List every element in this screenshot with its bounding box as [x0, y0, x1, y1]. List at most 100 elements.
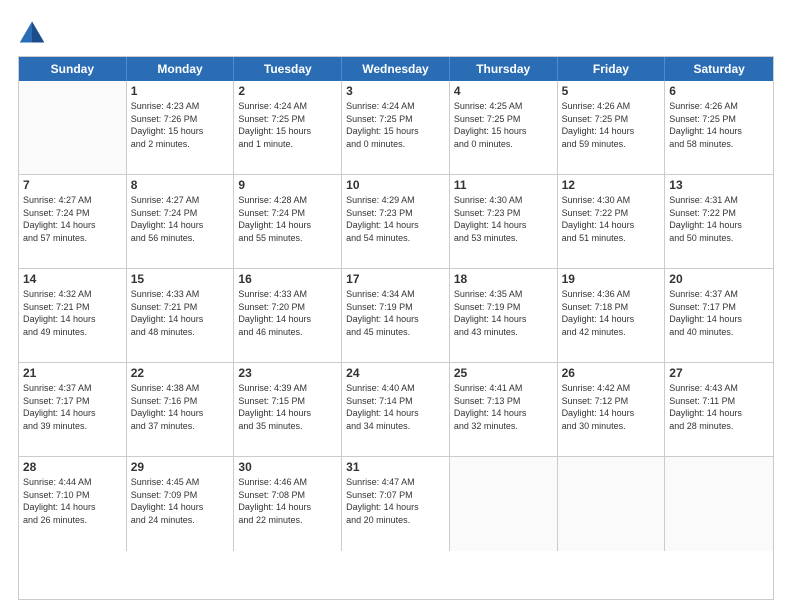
day-number: 23	[238, 366, 337, 380]
calendar-cell: 17Sunrise: 4:34 AMSunset: 7:19 PMDayligh…	[342, 269, 450, 363]
cell-info-line: Daylight: 14 hours	[131, 313, 230, 326]
cell-info-line: Sunset: 7:11 PM	[669, 395, 769, 408]
cell-info-line: Sunrise: 4:27 AM	[23, 194, 122, 207]
cell-info-line: Sunrise: 4:24 AM	[238, 100, 337, 113]
calendar-cell: 15Sunrise: 4:33 AMSunset: 7:21 PMDayligh…	[127, 269, 235, 363]
cell-info-line: Sunset: 7:07 PM	[346, 489, 445, 502]
cell-info-line: Sunset: 7:23 PM	[346, 207, 445, 220]
calendar-cell: 28Sunrise: 4:44 AMSunset: 7:10 PMDayligh…	[19, 457, 127, 551]
day-number: 3	[346, 84, 445, 98]
cell-info-line: Sunset: 7:16 PM	[131, 395, 230, 408]
cell-info-line: Sunrise: 4:38 AM	[131, 382, 230, 395]
cell-info-line: Sunset: 7:24 PM	[238, 207, 337, 220]
cell-info-line: Sunset: 7:25 PM	[346, 113, 445, 126]
cell-info-line: Sunrise: 4:45 AM	[131, 476, 230, 489]
day-number: 2	[238, 84, 337, 98]
cell-info-line: Sunrise: 4:40 AM	[346, 382, 445, 395]
day-number: 12	[562, 178, 661, 192]
day-number: 16	[238, 272, 337, 286]
cell-info-line: and 48 minutes.	[131, 326, 230, 339]
cell-info-line: Sunrise: 4:28 AM	[238, 194, 337, 207]
cell-info-line: Sunset: 7:24 PM	[23, 207, 122, 220]
cell-info-line: Sunset: 7:17 PM	[23, 395, 122, 408]
cell-info-line: and 54 minutes.	[346, 232, 445, 245]
cell-info-line: Sunrise: 4:34 AM	[346, 288, 445, 301]
day-number: 28	[23, 460, 122, 474]
cell-info-line: Sunset: 7:08 PM	[238, 489, 337, 502]
calendar-cell: 13Sunrise: 4:31 AMSunset: 7:22 PMDayligh…	[665, 175, 773, 269]
cell-info-line: and 50 minutes.	[669, 232, 769, 245]
cell-info-line: Sunset: 7:15 PM	[238, 395, 337, 408]
cell-info-line: Sunrise: 4:25 AM	[454, 100, 553, 113]
cell-info-line: Daylight: 14 hours	[454, 407, 553, 420]
cell-info-line: Sunset: 7:21 PM	[23, 301, 122, 314]
day-number: 15	[131, 272, 230, 286]
day-number: 11	[454, 178, 553, 192]
calendar-cell: 7Sunrise: 4:27 AMSunset: 7:24 PMDaylight…	[19, 175, 127, 269]
calendar-cell: 22Sunrise: 4:38 AMSunset: 7:16 PMDayligh…	[127, 363, 235, 457]
cell-info-line: and 49 minutes.	[23, 326, 122, 339]
day-number: 9	[238, 178, 337, 192]
cell-info-line: Sunset: 7:13 PM	[454, 395, 553, 408]
calendar-cell: 1Sunrise: 4:23 AMSunset: 7:26 PMDaylight…	[127, 81, 235, 175]
page: SundayMondayTuesdayWednesdayThursdayFrid…	[0, 0, 792, 612]
cell-info-line: Sunset: 7:25 PM	[238, 113, 337, 126]
cell-info-line: and 39 minutes.	[23, 420, 122, 433]
cell-info-line: and 51 minutes.	[562, 232, 661, 245]
cell-info-line: and 37 minutes.	[131, 420, 230, 433]
cell-info-line: Sunset: 7:23 PM	[454, 207, 553, 220]
cell-info-line: Daylight: 14 hours	[238, 501, 337, 514]
cell-info-line: Daylight: 14 hours	[23, 219, 122, 232]
calendar-cell: 11Sunrise: 4:30 AMSunset: 7:23 PMDayligh…	[450, 175, 558, 269]
day-number: 19	[562, 272, 661, 286]
cell-info-line: Sunrise: 4:37 AM	[669, 288, 769, 301]
cell-info-line: Daylight: 14 hours	[669, 219, 769, 232]
cell-info-line: Sunrise: 4:42 AM	[562, 382, 661, 395]
cell-info-line: Daylight: 14 hours	[346, 219, 445, 232]
calendar: SundayMondayTuesdayWednesdayThursdayFrid…	[18, 56, 774, 600]
cell-info-line: Sunset: 7:20 PM	[238, 301, 337, 314]
calendar-cell: 10Sunrise: 4:29 AMSunset: 7:23 PMDayligh…	[342, 175, 450, 269]
calendar-cell	[450, 457, 558, 551]
cell-info-line: Sunrise: 4:44 AM	[23, 476, 122, 489]
day-number: 26	[562, 366, 661, 380]
cell-info-line: Sunrise: 4:29 AM	[346, 194, 445, 207]
cell-info-line: Sunrise: 4:32 AM	[23, 288, 122, 301]
calendar-cell: 21Sunrise: 4:37 AMSunset: 7:17 PMDayligh…	[19, 363, 127, 457]
cell-info-line: Sunset: 7:17 PM	[669, 301, 769, 314]
cell-info-line: Sunset: 7:25 PM	[562, 113, 661, 126]
cell-info-line: Sunrise: 4:46 AM	[238, 476, 337, 489]
day-number: 4	[454, 84, 553, 98]
day-number: 20	[669, 272, 769, 286]
cell-info-line: Sunrise: 4:36 AM	[562, 288, 661, 301]
calendar-cell: 27Sunrise: 4:43 AMSunset: 7:11 PMDayligh…	[665, 363, 773, 457]
day-number: 27	[669, 366, 769, 380]
cell-info-line: Sunrise: 4:33 AM	[238, 288, 337, 301]
calendar-cell: 25Sunrise: 4:41 AMSunset: 7:13 PMDayligh…	[450, 363, 558, 457]
day-number: 24	[346, 366, 445, 380]
cell-info-line: Sunrise: 4:47 AM	[346, 476, 445, 489]
cell-info-line: Sunrise: 4:39 AM	[238, 382, 337, 395]
day-number: 6	[669, 84, 769, 98]
cell-info-line: and 55 minutes.	[238, 232, 337, 245]
calendar-cell: 12Sunrise: 4:30 AMSunset: 7:22 PMDayligh…	[558, 175, 666, 269]
cell-info-line: Sunrise: 4:30 AM	[454, 194, 553, 207]
cell-info-line: Sunrise: 4:35 AM	[454, 288, 553, 301]
cell-info-line: Sunset: 7:10 PM	[23, 489, 122, 502]
cell-info-line: Sunset: 7:19 PM	[454, 301, 553, 314]
cell-info-line: Daylight: 14 hours	[238, 407, 337, 420]
calendar-cell: 19Sunrise: 4:36 AMSunset: 7:18 PMDayligh…	[558, 269, 666, 363]
cell-info-line: and 42 minutes.	[562, 326, 661, 339]
cell-info-line: Sunrise: 4:31 AM	[669, 194, 769, 207]
cell-info-line: and 1 minute.	[238, 138, 337, 151]
cell-info-line: Daylight: 14 hours	[131, 501, 230, 514]
cell-info-line: and 57 minutes.	[23, 232, 122, 245]
cell-info-line: Daylight: 14 hours	[238, 219, 337, 232]
weekday-header: Friday	[558, 57, 666, 81]
logo	[18, 18, 50, 46]
weekday-header: Saturday	[665, 57, 773, 81]
cell-info-line: Daylight: 14 hours	[669, 125, 769, 138]
day-number: 14	[23, 272, 122, 286]
calendar-cell: 18Sunrise: 4:35 AMSunset: 7:19 PMDayligh…	[450, 269, 558, 363]
day-number: 13	[669, 178, 769, 192]
